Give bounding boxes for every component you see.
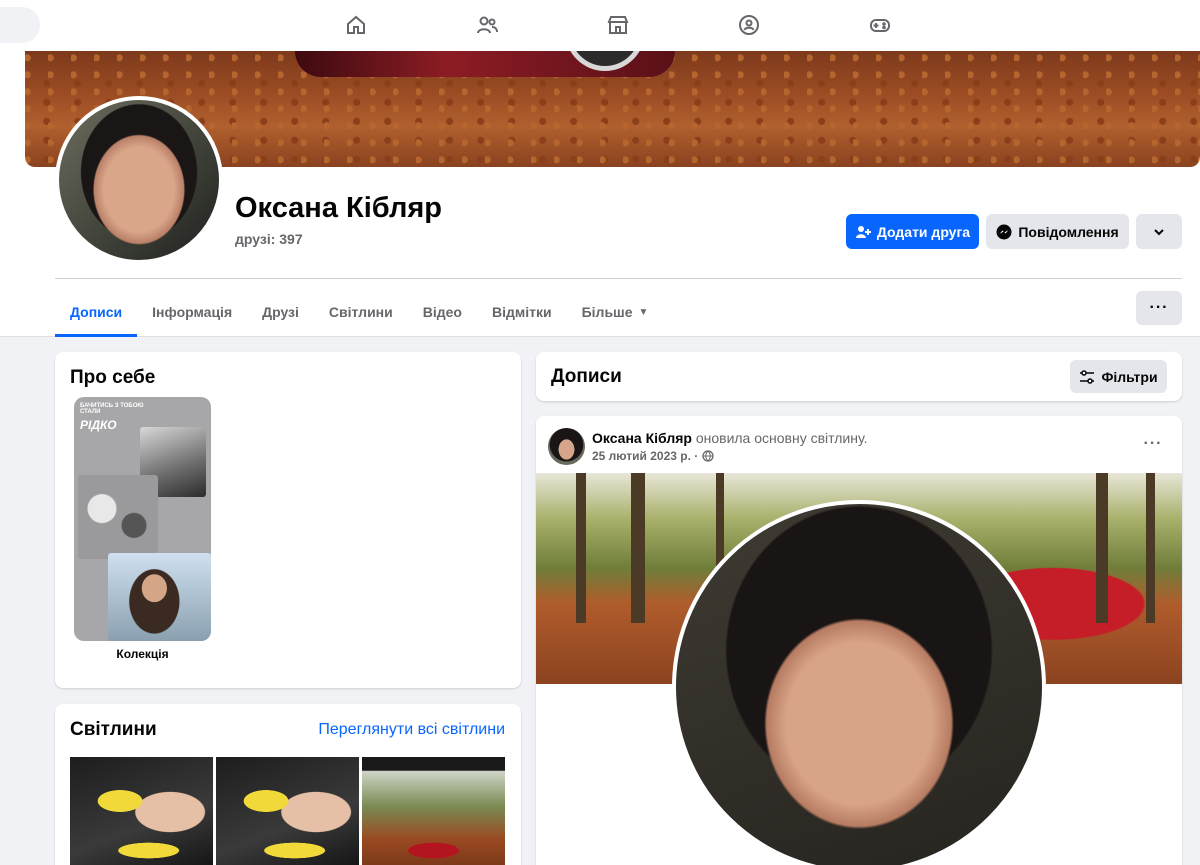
tab-posts[interactable]: Дописи (55, 287, 138, 337)
photo-thumbnail[interactable] (216, 757, 359, 865)
photos-card: Світлини Переглянути всі світлини (55, 704, 521, 865)
profile-name: Оксана Кібляр (235, 192, 443, 224)
friends-icon[interactable] (472, 10, 502, 40)
collection-small-text: БАЧИТИСЬ З ТОБОЮ СТАЛИ (80, 403, 144, 415)
post-options-button[interactable]: ··· (1136, 432, 1170, 456)
gaming-icon[interactable] (865, 10, 895, 40)
groups-icon[interactable] (734, 10, 764, 40)
tree-trunk (1146, 473, 1155, 623)
tab-about[interactable]: Інформація (137, 287, 247, 337)
tree-trunk (576, 473, 586, 623)
photos-title: Світлини (70, 719, 157, 740)
tab-more[interactable]: Більше ▼ (567, 287, 664, 337)
about-card: Про себе БАЧИТИСЬ З ТОБОЮ СТАЛИ РІДКО Ко… (55, 352, 521, 688)
chevron-down-icon (1154, 228, 1164, 235)
tab-friends[interactable]: Друзі (247, 287, 314, 337)
collection-portrait-photo (108, 553, 211, 641)
marketplace-icon[interactable] (603, 10, 633, 40)
filter-icon (1080, 369, 1095, 384)
globe-icon (702, 450, 714, 462)
profile-options-button[interactable] (1136, 214, 1182, 249)
about-title: Про себе (70, 367, 156, 388)
posts-header-card: Дописи Фільтри (536, 352, 1182, 401)
tab-photos[interactable]: Світлини (314, 287, 408, 337)
caret-down-icon: ▼ (638, 306, 649, 318)
post-profile-picture[interactable] (672, 500, 1046, 865)
post-author-avatar[interactable] (548, 428, 585, 465)
search-box[interactable] (0, 7, 40, 43)
tab-tags[interactable]: Відмітки (477, 287, 567, 337)
add-friend-button[interactable]: Додати друга (846, 214, 979, 249)
tree-trunk (1096, 473, 1108, 623)
add-friend-label: Додати друга (876, 223, 971, 240)
profile-avatar[interactable] (55, 96, 223, 264)
home-icon[interactable] (341, 10, 371, 40)
post-date[interactable]: 25 лютий 2023 р. · (592, 449, 698, 463)
post-card: Оксана Кібляр оновила основну світлину. … (536, 416, 1182, 865)
photo-thumbnail[interactable] (70, 757, 213, 865)
posts-title: Дописи (551, 366, 622, 387)
friends-count[interactable]: друзі: 397 (235, 231, 303, 247)
post-meta: 25 лютий 2023 р. · (592, 449, 714, 463)
collection-label[interactable]: Колекція (74, 647, 211, 661)
post-action-text: оновила основну світлину. (695, 430, 868, 446)
ellipsis-icon: ··· (1143, 435, 1163, 452)
message-label: Повідомлення (1018, 223, 1119, 240)
post-author-name[interactable]: Оксана Кібляр (592, 430, 692, 446)
tab-more-label: Більше (581, 304, 633, 320)
profile-header: Оксана Кібляр друзі: 397 Додати друга По… (0, 51, 1200, 337)
photo-thumbnail[interactable] (362, 757, 505, 865)
collection-thumbnail[interactable]: БАЧИТИСЬ З ТОБОЮ СТАЛИ РІДКО (74, 397, 211, 641)
messenger-icon (996, 224, 1012, 239)
filters-label: Фільтри (1101, 368, 1158, 385)
add-friend-icon (855, 225, 871, 238)
top-nav (0, 0, 1200, 51)
tree-trunk (631, 473, 645, 623)
collection-balloons-photo (78, 475, 158, 559)
see-all-photos-link[interactable]: Переглянути всі світлини (318, 721, 505, 739)
tab-videos[interactable]: Відео (408, 287, 477, 337)
post-header-text: Оксана Кібляр оновила основну світлину. (592, 430, 867, 446)
profile-tabs: Дописи Інформація Друзі Світлини Відео В… (55, 287, 663, 337)
more-options-button[interactable]: ··· (1136, 291, 1182, 325)
filters-button[interactable]: Фільтри (1070, 360, 1167, 393)
ellipsis-icon: ··· (1149, 299, 1169, 316)
header-divider (55, 278, 1182, 279)
message-button[interactable]: Повідомлення (986, 214, 1129, 249)
